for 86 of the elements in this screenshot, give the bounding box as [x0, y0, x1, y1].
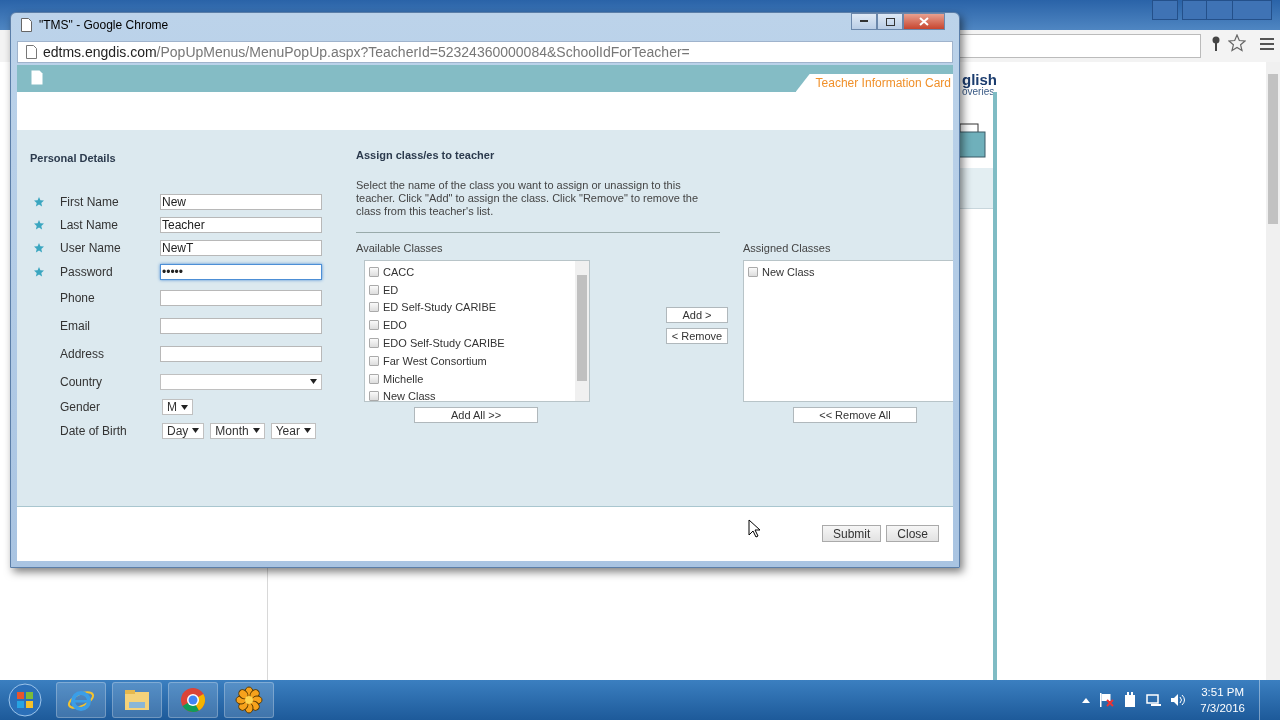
text-field[interactable]: [160, 317, 322, 334]
dropdown[interactable]: Day: [162, 422, 205, 439]
class-item[interactable]: Far West Consortium: [383, 354, 487, 367]
close-button[interactable]: [903, 13, 945, 30]
clock-date[interactable]: 7/3/2016: [1200, 700, 1245, 716]
volume-icon[interactable]: [1170, 692, 1187, 708]
page-icon: [21, 18, 32, 32]
field-label: Last Name: [60, 218, 120, 233]
text-field[interactable]: New: [160, 193, 322, 210]
checkbox[interactable]: [369, 320, 379, 331]
field-label: Address: [60, 346, 106, 361]
scrollbar[interactable]: [1266, 62, 1280, 680]
remove-all-button[interactable]: << Remove All: [793, 407, 917, 423]
minimize-button[interactable]: [851, 13, 877, 30]
menu-icon[interactable]: [1260, 38, 1274, 50]
field-label: Date of Birth: [60, 423, 128, 438]
start-icon[interactable]: [7, 682, 43, 718]
caret-icon: [252, 428, 260, 434]
text-field[interactable]: Teacher: [160, 217, 322, 234]
class-item[interactable]: EDO: [383, 319, 407, 332]
flower-icon[interactable]: [224, 682, 274, 718]
chrome-icon[interactable]: [168, 682, 218, 718]
class-item[interactable]: New Class: [383, 390, 436, 401]
key-icon[interactable]: [1210, 36, 1222, 52]
footer-button[interactable]: Submit: [821, 525, 882, 542]
page-icon: [31, 70, 43, 85]
page-icon: [26, 45, 37, 59]
logo-text: glish: [962, 72, 997, 87]
section-heading: Personal Details: [30, 152, 117, 164]
checkbox[interactable]: [369, 284, 379, 295]
window-title: "TMS" - Google Chrome: [39, 18, 169, 32]
up-arrow-icon[interactable]: [1082, 697, 1091, 703]
field-label: Email: [60, 318, 91, 333]
checkbox[interactable]: [369, 338, 379, 349]
section-heading: Assign class/es to teacher: [356, 149, 496, 161]
logo-text: overies: [962, 87, 995, 97]
checkbox[interactable]: [369, 391, 379, 401]
class-item[interactable]: CACC: [383, 265, 415, 278]
field-label: First Name: [60, 194, 120, 209]
add-all-button[interactable]: Add All >>: [414, 407, 538, 423]
caret-icon: [181, 404, 188, 410]
field-label: Country: [60, 374, 104, 389]
star-icon[interactable]: [1228, 34, 1246, 52]
caret-icon: [303, 428, 311, 434]
text-field[interactable]: [160, 345, 322, 362]
network-icon[interactable]: [1146, 692, 1163, 708]
instructions-text: Select the name of the class you want to assign or unassign to this teacher. Click "Add" to assign the class. Click "Remove" to remove the class from this teacher's list.: [356, 179, 700, 218]
cursor-icon: [748, 519, 761, 539]
text-field[interactable]: •••••: [160, 263, 322, 280]
field-label: Gender: [60, 400, 102, 415]
list-label: Available Classes: [356, 242, 444, 254]
checkbox[interactable]: [369, 302, 379, 313]
browser-icon[interactable]: [56, 682, 106, 718]
class-item[interactable]: Michelle: [383, 372, 424, 385]
dropdown[interactable]: M: [162, 399, 193, 416]
folder-icon[interactable]: [112, 682, 162, 718]
field-label: Password: [60, 264, 114, 279]
url-bar[interactable]: edtms.engdis.com/PopUpMenus/MenuPopUp.aspx?TeacherId=52324360000084&SchoolIdForTeacher=: [17, 41, 953, 63]
field-label: User Name: [60, 241, 122, 256]
text-field[interactable]: NewT: [160, 240, 322, 257]
checkbox[interactable]: [369, 373, 379, 384]
field-label: Phone: [60, 290, 96, 305]
caret-icon: [310, 379, 317, 385]
class-item[interactable]: EDO Self-Study CARIBE: [383, 337, 505, 350]
dropdown[interactable]: Month: [210, 422, 265, 439]
class-item[interactable]: ED: [383, 283, 399, 296]
checkbox[interactable]: [369, 266, 379, 277]
footer-button[interactable]: Close: [886, 525, 939, 542]
scrollbar[interactable]: [575, 261, 589, 401]
text-field[interactable]: [160, 289, 322, 306]
class-item[interactable]: New Class: [762, 265, 815, 278]
clock-time[interactable]: 3:51 PM: [1200, 684, 1245, 700]
maximize-button[interactable]: [877, 13, 903, 30]
list-label: Assigned Classes: [743, 242, 832, 254]
move-button[interactable]: Add >: [666, 307, 728, 323]
folder-icon: [958, 122, 986, 158]
flag-icon[interactable]: [1098, 692, 1115, 708]
checkbox[interactable]: [369, 355, 379, 366]
side-panel: [958, 168, 993, 209]
move-button[interactable]: < Remove: [666, 328, 728, 344]
address-bar[interactable]: [960, 34, 1201, 58]
country-dropdown[interactable]: [160, 373, 322, 390]
checkbox[interactable]: [748, 266, 758, 277]
caret-icon: [192, 428, 200, 434]
class-item[interactable]: ED Self-Study CARIBE: [383, 301, 497, 314]
dropdown[interactable]: Year: [270, 422, 316, 439]
